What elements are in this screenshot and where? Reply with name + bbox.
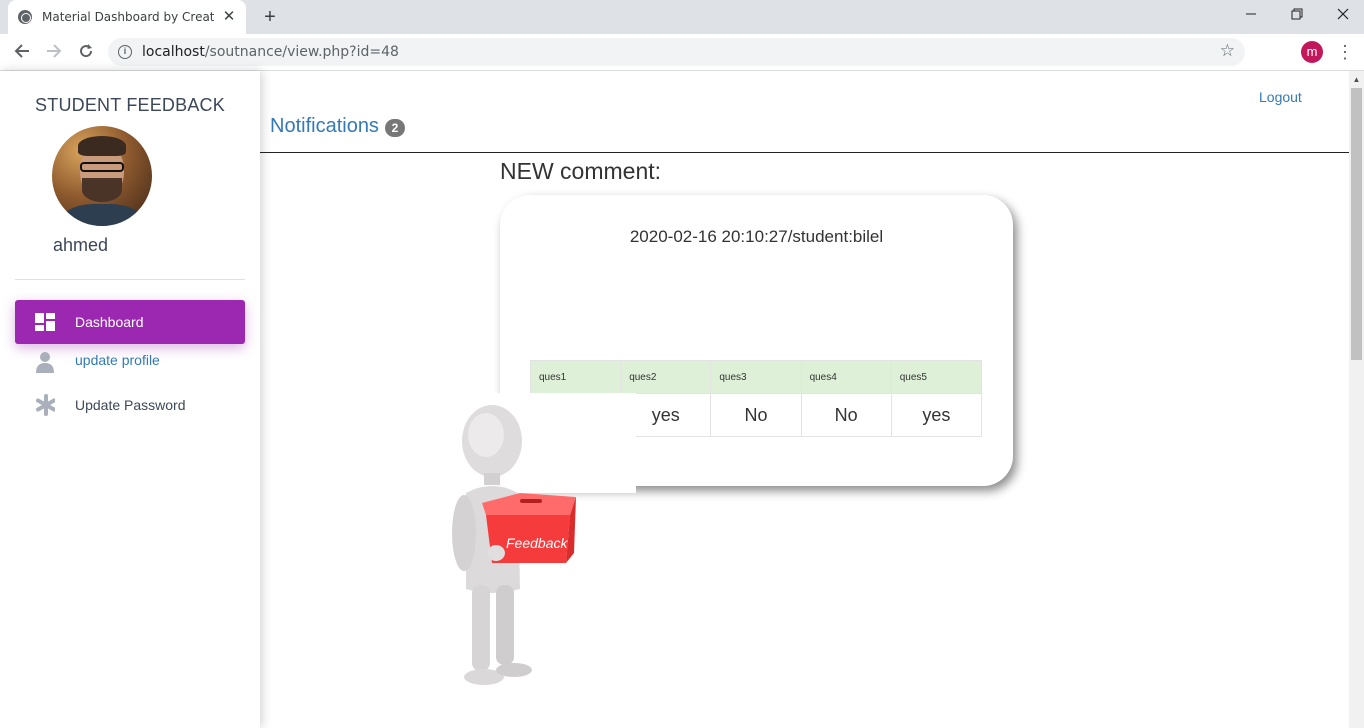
answer-cell: yes — [890, 393, 983, 437]
feedback-figure-image: Feedback — [452, 393, 636, 685]
new-tab-button[interactable]: + — [258, 5, 282, 29]
info-icon[interactable]: i — [118, 45, 132, 59]
browser-menu-icon[interactable]: ⋮ — [1336, 40, 1354, 64]
sidebar-divider — [15, 279, 245, 280]
url-path: /soutnance/view.php?id=48 — [204, 44, 399, 60]
column-header: ques1 — [529, 360, 622, 394]
bookmark-star-icon[interactable]: ☆ — [1220, 41, 1235, 61]
profile-avatar[interactable]: m — [1301, 41, 1323, 63]
main-content: Notifications 2 Logout NEW comment: 2020… — [260, 71, 1349, 728]
tab-close-icon[interactable]: ✕ — [220, 8, 238, 26]
feedback-illustration: Feedback — [436, 393, 636, 693]
url-host: localhost — [142, 44, 205, 60]
answer-cell: No — [800, 393, 892, 437]
asterisk-icon — [35, 394, 55, 416]
column-header: ques5 — [890, 360, 983, 394]
restore-button[interactable] — [1274, 0, 1320, 30]
table-header-row: ques1 ques2 ques3 ques4 ques5 — [529, 360, 983, 394]
minimize-icon — [1246, 13, 1256, 15]
reload-icon — [80, 44, 93, 58]
restore-icon — [1291, 8, 1303, 20]
back-button[interactable] — [9, 40, 35, 66]
page-scrollbar[interactable]: ▲ — [1349, 71, 1364, 728]
sidebar-item-label[interactable]: update profile — [75, 352, 160, 368]
browser-toolbar: i localhost/soutnance/view.php?id=48 ☆ m… — [0, 34, 1364, 71]
top-navbar: Notifications 2 Logout — [260, 71, 1349, 153]
url-text: localhost/soutnance/view.php?id=48 — [142, 44, 399, 60]
sidebar-item-update-password[interactable]: Update Password — [15, 383, 245, 427]
feedback-box-label: Feedback — [506, 535, 568, 551]
arrow-right-icon — [47, 44, 62, 58]
dashboard-icon — [35, 312, 55, 332]
sidebar-item-label: Dashboard — [75, 314, 144, 330]
close-icon — [1337, 8, 1349, 20]
sidebar: STUDENT FEEDBACK ahmed Dashboard update … — [0, 71, 260, 728]
sidebar-item-label: Update Password — [75, 397, 186, 413]
close-window-button[interactable] — [1320, 0, 1364, 30]
username: ahmed — [53, 235, 109, 255]
logout-link[interactable]: Logout — [1259, 89, 1302, 105]
scrollbar-thumb[interactable] — [1351, 88, 1362, 360]
column-header: ques4 — [800, 360, 892, 394]
forward-button[interactable] — [41, 40, 67, 66]
answer-cell: No — [710, 393, 802, 437]
browser-tab[interactable]: Material Dashboard by Creative T ✕ — [8, 0, 246, 34]
scroll-up-icon[interactable]: ▲ — [1349, 71, 1364, 88]
arrow-left-icon — [14, 44, 29, 58]
browser-tab-bar: Material Dashboard by Creative T ✕ + — [0, 0, 1364, 34]
notifications-badge: 2 — [385, 119, 405, 137]
column-header: ques2 — [620, 360, 712, 394]
minimize-button[interactable] — [1228, 0, 1274, 30]
page: STUDENT FEEDBACK ahmed Dashboard update … — [0, 71, 1364, 728]
globe-icon — [18, 10, 32, 24]
column-header: ques3 — [710, 360, 802, 394]
sidebar-item-update-profile[interactable]: update profile — [15, 338, 245, 378]
person-icon — [35, 352, 55, 373]
notifications-link[interactable]: Notifications — [270, 115, 379, 138]
page-title: NEW comment: — [500, 158, 662, 184]
reload-button[interactable] — [73, 40, 99, 66]
address-bar[interactable]: i localhost/soutnance/view.php?id=48 ☆ — [108, 38, 1245, 66]
tab-title: Material Dashboard by Creative T — [42, 10, 214, 24]
avatar — [52, 126, 152, 226]
comment-meta: 2020-02-16 20:10:27/student:bilel — [629, 227, 884, 246]
brand-title: STUDENT FEEDBACK — [35, 95, 225, 115]
